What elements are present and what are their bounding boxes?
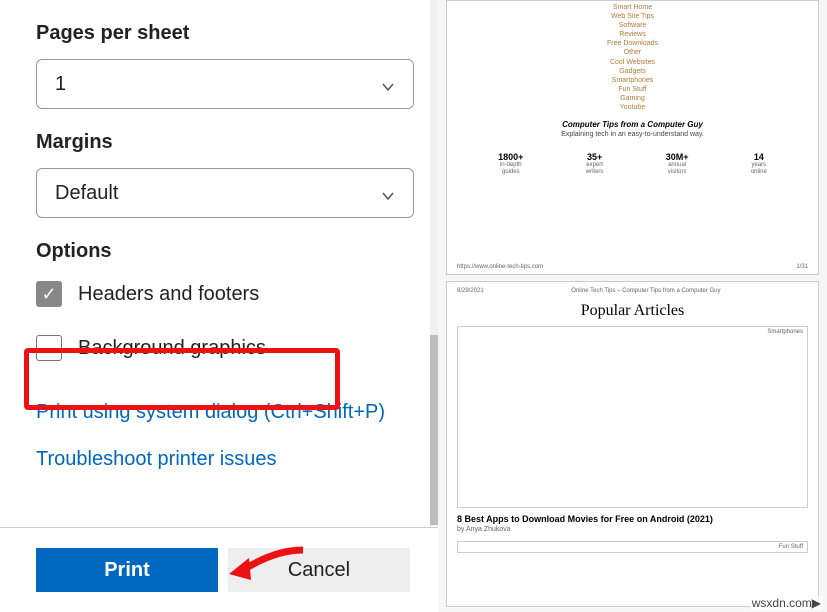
preview-subtitle: Computer Tips from a Computer Guy <box>457 120 808 129</box>
preview-heading: Popular Articles <box>457 302 808 320</box>
preview-article-card: Fun Stuff <box>457 541 808 553</box>
preview-page-header: 8/29/2021 Online Tech Tips – Computer Ti… <box>457 288 808 294</box>
preview-page-1: Smart Home Web Site Tips Software Review… <box>446 0 819 275</box>
watermark: wsxdn.com▶ <box>750 596 823 610</box>
pages-per-sheet-value: 1 <box>55 73 66 96</box>
preview-stats-row: 1800+ in-depth guides 35+ expert writers… <box>457 152 808 175</box>
print-button[interactable]: Print <box>36 548 218 592</box>
preview-category-list: Smart Home Web Site Tips Software Review… <box>457 3 808 112</box>
background-graphics-checkbox[interactable] <box>36 335 62 361</box>
pages-per-sheet-label: Pages per sheet <box>36 22 402 45</box>
system-dialog-link[interactable]: Print using system dialog (Ctrl+Shift+P) <box>36 401 402 424</box>
print-preview-panel: Smart Home Web Site Tips Software Review… <box>438 0 827 612</box>
chevron-down-icon <box>381 77 395 91</box>
stat-item: 14 years online <box>751 152 767 175</box>
cancel-button[interactable]: Cancel <box>228 548 410 592</box>
preview-page-2: 8/29/2021 Online Tech Tips – Computer Ti… <box>446 281 819 607</box>
background-graphics-label: Background graphics <box>78 337 266 360</box>
preview-thumbnail-placeholder <box>462 335 803 505</box>
check-icon: ✓ <box>41 285 56 303</box>
print-settings-panel: Pages per sheet 1 Margins Default Option… <box>0 0 438 612</box>
headers-footers-checkbox[interactable]: ✓ <box>36 281 62 307</box>
options-label: Options <box>36 240 402 263</box>
dialog-footer: Print Cancel <box>0 527 438 612</box>
headers-footers-label: Headers and footers <box>78 283 259 306</box>
stat-item: 1800+ in-depth guides <box>498 152 523 175</box>
preview-article-byline: by Anya Zhukova <box>457 526 808 533</box>
preview-article-title: 8 Best Apps to Download Movies for Free … <box>457 514 808 524</box>
preview-page-footer: https://www.online-tech-tips.com 1/31 <box>457 264 808 270</box>
stat-item: 30M+ annual visitors <box>666 152 689 175</box>
pages-per-sheet-select[interactable]: 1 <box>36 59 414 109</box>
margins-select[interactable]: Default <box>36 168 414 218</box>
chevron-down-icon <box>381 186 395 200</box>
troubleshoot-link[interactable]: Troubleshoot printer issues <box>36 448 402 471</box>
headers-footers-option[interactable]: ✓ Headers and footers <box>36 277 402 311</box>
stat-item: 35+ expert writers <box>586 152 604 175</box>
preview-tagline: Explaining tech in an easy-to-understand… <box>457 131 808 138</box>
background-graphics-option[interactable]: Background graphics <box>36 331 402 365</box>
preview-article-card: Smartphones <box>457 326 808 508</box>
margins-label: Margins <box>36 131 402 154</box>
margins-value: Default <box>55 182 118 205</box>
triangle-icon: ▶ <box>812 596 821 610</box>
